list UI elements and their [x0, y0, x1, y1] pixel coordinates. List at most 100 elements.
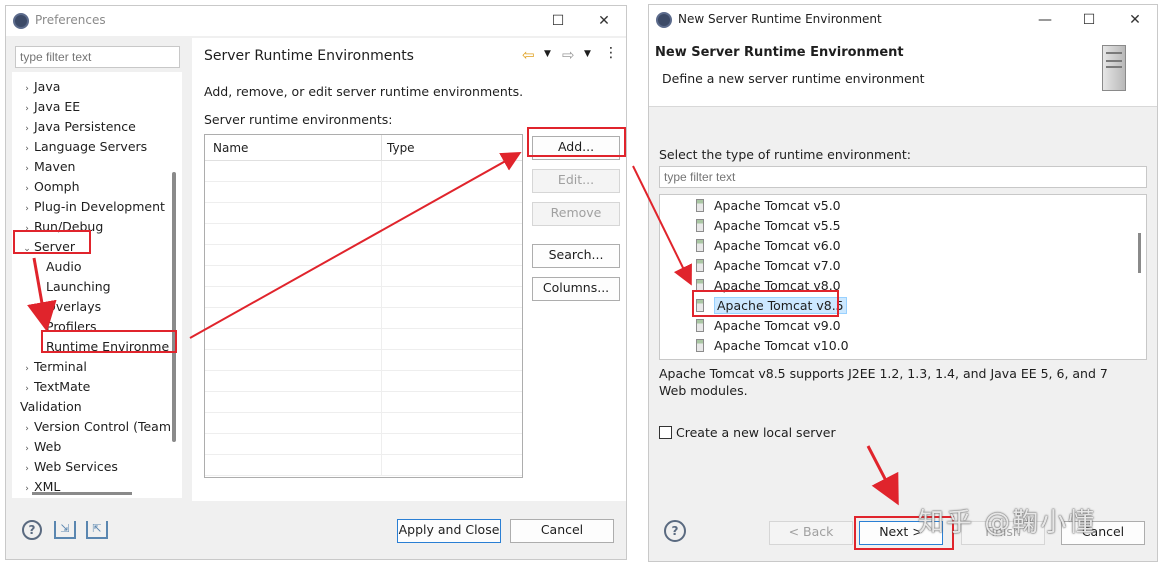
chevron-right-icon[interactable]: ›: [20, 179, 34, 199]
runtime-description: Apache Tomcat v8.5 supports J2EE 1.2, 1.…: [659, 366, 1108, 398]
column-divider: [381, 266, 382, 287]
runtime-table[interactable]: Name Type: [204, 134, 523, 478]
tree-item-version-control-team[interactable]: › Version Control (Team: [20, 417, 171, 437]
chevron-right-icon[interactable]: ›: [20, 379, 34, 399]
tree-item-terminal[interactable]: › Terminal: [20, 357, 87, 377]
tree-item-maven[interactable]: › Maven: [20, 157, 75, 177]
jar-icon: [696, 199, 704, 212]
create-server-checkbox[interactable]: [659, 426, 672, 439]
wizard-subheading: Define a new server runtime environment: [662, 71, 925, 86]
help-icon[interactable]: ?: [22, 520, 42, 540]
column-divider: [381, 287, 382, 308]
runtime-label: Apache Tomcat v5.5: [714, 218, 841, 233]
table-row: [205, 245, 522, 266]
apply-and-close-button[interactable]: Apply and Close: [397, 519, 501, 543]
server-icon: [1102, 45, 1126, 91]
tree-item-java-persistence[interactable]: › Java Persistence: [20, 117, 136, 137]
tree-item-language-servers[interactable]: › Language Servers: [20, 137, 147, 157]
table-row: [205, 434, 522, 455]
chevron-right-icon[interactable]: ›: [20, 459, 34, 479]
tree-item-launching[interactable]: Launching: [46, 277, 111, 297]
jar-icon: [696, 239, 704, 252]
forward-arrow-icon[interactable]: ⇨: [562, 46, 575, 64]
import-icon[interactable]: ⇲: [54, 521, 76, 539]
tree-item-validation[interactable]: Validation: [20, 397, 82, 417]
maximize-icon[interactable]: ☐: [544, 10, 572, 32]
forward-dropdown-icon[interactable]: ▼: [584, 49, 591, 59]
tree-item-label: Language Servers: [34, 139, 148, 154]
back-arrow-icon[interactable]: ⇦: [522, 46, 535, 64]
edit-button[interactable]: Edit...: [532, 169, 620, 193]
remove-button[interactable]: Remove: [532, 202, 620, 226]
tree-scrollbar[interactable]: [172, 172, 176, 442]
jar-icon: [696, 259, 704, 272]
preferences-titlebar: Preferences ☐ ✕: [6, 6, 626, 36]
column-name[interactable]: Name: [213, 141, 248, 155]
tree-item-label: Java EE: [34, 99, 81, 114]
chevron-right-icon[interactable]: ›: [20, 359, 34, 379]
chevron-right-icon[interactable]: ›: [20, 99, 34, 119]
menu-icon[interactable]: ⋮: [604, 45, 618, 61]
tree-item-overlays[interactable]: Overlays: [46, 297, 101, 317]
column-divider: [381, 371, 382, 392]
highlight-server: [13, 230, 91, 254]
tree-item-label: Oomph: [34, 179, 80, 194]
runtime-type-list[interactable]: Apache Tomcat v5.0 Apache Tomcat v5.5 Apac…: [659, 194, 1147, 360]
list-label: Server runtime environments:: [204, 112, 393, 127]
tree-item-label: Validation: [20, 399, 82, 414]
table-row: [205, 224, 522, 245]
close-icon[interactable]: ✕: [1121, 9, 1149, 31]
help-icon[interactable]: ?: [664, 520, 686, 542]
close-icon[interactable]: ✕: [590, 10, 618, 32]
wizard-banner: New Server Runtime Environment Define a …: [649, 35, 1157, 107]
chevron-right-icon[interactable]: ›: [20, 79, 34, 99]
chevron-right-icon[interactable]: ›: [20, 139, 34, 159]
table-row: [205, 182, 522, 203]
runtime-list-scrollbar[interactable]: [1138, 233, 1141, 273]
table-row: [205, 287, 522, 308]
runtime-list-item[interactable]: Apache Tomcat v9.0: [696, 316, 841, 336]
tree-item-audio[interactable]: Audio: [46, 257, 82, 277]
chevron-right-icon[interactable]: ›: [20, 199, 34, 219]
tree-item-web-services[interactable]: › Web Services: [20, 457, 118, 477]
chevron-right-icon[interactable]: ›: [20, 119, 34, 139]
column-divider: [381, 413, 382, 434]
back-button[interactable]: < Back: [769, 521, 853, 545]
runtime-list-item[interactable]: Apache Tomcat v5.5: [696, 216, 841, 236]
tree-item-java[interactable]: › Java: [20, 77, 60, 97]
tree-item-textmate[interactable]: › TextMate: [20, 377, 90, 397]
tree-item-oomph[interactable]: › Oomph: [20, 177, 80, 199]
filter-input[interactable]: [15, 46, 180, 68]
table-row: [205, 161, 522, 182]
chevron-right-icon[interactable]: ›: [20, 479, 34, 499]
export-icon[interactable]: ⇱: [86, 521, 108, 539]
search-button[interactable]: Search...: [532, 244, 620, 268]
columns-button[interactable]: Columns...: [532, 277, 620, 301]
tree-item-xml[interactable]: › XML: [20, 477, 60, 494]
runtime-list-item[interactable]: Apache Tomcat v6.0: [696, 236, 841, 256]
tree-item-java-ee[interactable]: › Java EE: [20, 97, 80, 117]
tree-item-label: Maven: [34, 159, 76, 174]
chevron-right-icon[interactable]: ›: [20, 439, 34, 459]
tree-item-plug-in-development[interactable]: › Plug-in Development: [20, 197, 165, 217]
runtime-label: Apache Tomcat v10.0: [714, 338, 849, 353]
tree-item-label: Overlays: [46, 299, 102, 314]
minimize-icon[interactable]: —: [1031, 9, 1059, 31]
chevron-right-icon[interactable]: ›: [20, 159, 34, 179]
cancel-button[interactable]: Cancel: [510, 519, 614, 543]
back-dropdown-icon[interactable]: ▼: [544, 49, 551, 59]
column-type[interactable]: Type: [387, 141, 415, 155]
tree-item-web[interactable]: › Web: [20, 437, 61, 457]
column-divider: [381, 434, 382, 455]
runtime-list-item[interactable]: Apache Tomcat v10.0: [696, 336, 849, 356]
tree-hscrollbar[interactable]: [32, 492, 132, 495]
column-divider: [381, 224, 382, 245]
maximize-icon[interactable]: ☐: [1075, 9, 1103, 31]
chevron-right-icon[interactable]: ›: [20, 419, 34, 439]
runtime-filter-input[interactable]: [659, 166, 1147, 188]
column-divider: [381, 161, 382, 182]
runtime-list-item[interactable]: Apache Tomcat v5.0: [696, 196, 841, 216]
tree-item-label: TextMate: [34, 379, 91, 394]
tree-item-label: Plug-in Development: [34, 199, 165, 214]
runtime-list-item[interactable]: Apache Tomcat v7.0: [696, 256, 841, 276]
